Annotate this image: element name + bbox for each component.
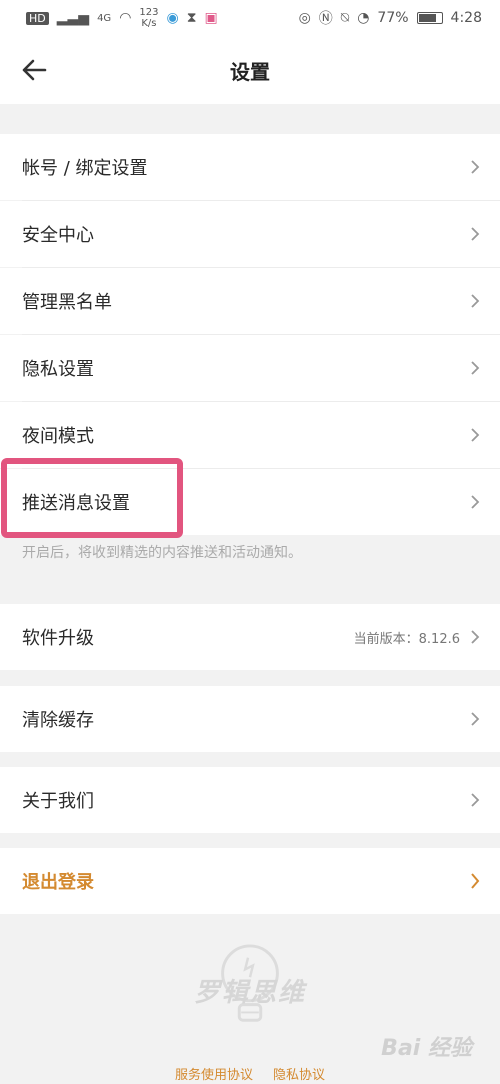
settings-item-push[interactable]: 推送消息设置 (0, 469, 500, 535)
hd-badge: HD (26, 11, 49, 25)
page-title: 设置 (230, 59, 270, 84)
charging-icon: ◔ (357, 10, 370, 26)
chevron-right-icon (470, 629, 480, 645)
network-speed-unit: K/s (141, 18, 157, 29)
battery-icon (416, 12, 443, 24)
settings-item-label: 夜间模式 (22, 426, 94, 447)
network-speed: 123 K/s (139, 7, 158, 29)
settings-item-account[interactable]: 帐号 / 绑定设置 (0, 134, 500, 200)
settings-item-night-mode[interactable]: 夜间模式 (0, 402, 500, 468)
settings-item-privacy[interactable]: 隐私设置 (0, 335, 500, 401)
privacy-link[interactable]: 隐私协议 (273, 1064, 325, 1083)
upgrade-right: 当前版本：8.12.6 (354, 628, 480, 647)
settings-item-label: 推送消息设置 (22, 493, 130, 514)
status-left: HD ▂▃▅ 4G ◠ 123 K/s ◉ ⧗ ▣ (26, 7, 218, 29)
chevron-right-icon (470, 360, 480, 376)
chevron-right-icon (470, 427, 480, 443)
top-bar: 设置 (0, 36, 500, 104)
chevron-right-icon (470, 494, 480, 510)
chevron-right-icon (470, 159, 480, 175)
app-notification-icon: ◉ (166, 10, 179, 26)
watermark: Bai 经验 (381, 1036, 472, 1061)
clock: 4:28 (450, 10, 482, 26)
brand-name: 罗辑思维 (193, 978, 306, 1008)
logout-label: 退出登录 (22, 872, 94, 893)
settings-item-label: 软件升级 (22, 628, 94, 649)
logout-button[interactable]: 退出登录 (0, 848, 500, 914)
chevron-right-icon (470, 872, 480, 890)
chevron-right-icon (470, 792, 480, 808)
mute-icon: ⍉ (340, 10, 350, 26)
settings-item-about[interactable]: 关于我们 (0, 767, 500, 833)
wifi-icon: ◠ (119, 10, 132, 26)
status-bar: HD ▂▃▅ 4G ◠ 123 K/s ◉ ⧗ ▣ ◎ Ⓝ ⍉ ◔ 77% 4:… (0, 0, 500, 36)
settings-item-upgrade[interactable]: 软件升级 当前版本：8.12.6 (0, 604, 500, 670)
battery-percent: 77% (377, 10, 409, 26)
app-badge-icon: ▣ (204, 10, 218, 26)
chevron-right-icon (470, 293, 480, 309)
footer-links: 服务使用协议 隐私协议 (0, 1064, 500, 1083)
settings-item-label: 隐私设置 (22, 359, 94, 380)
status-right: ◎ Ⓝ ⍉ ◔ 77% 4:28 (299, 8, 482, 28)
settings-item-label: 帐号 / 绑定设置 (22, 158, 148, 179)
terms-link[interactable]: 服务使用协议 (175, 1064, 253, 1083)
network-speed-value: 123 (139, 7, 159, 18)
settings-item-clear-cache[interactable]: 清除缓存 (0, 686, 500, 752)
push-hint: 开启后，将收到精选的内容推送和活动通知。 (22, 545, 302, 561)
back-button[interactable] (18, 54, 50, 86)
nfc-icon: Ⓝ (318, 11, 333, 27)
settings-item-security[interactable]: 安全中心 (0, 201, 500, 267)
chevron-right-icon (470, 711, 480, 727)
current-version: 当前版本：8.12.6 (353, 631, 460, 647)
settings-item-label: 清除缓存 (22, 710, 94, 731)
back-arrow-icon (22, 59, 47, 81)
chevron-right-icon (470, 226, 480, 242)
settings-item-blacklist[interactable]: 管理黑名单 (0, 268, 500, 334)
settings-item-label: 管理黑名单 (22, 292, 112, 313)
settings-item-label: 安全中心 (22, 225, 94, 246)
settings-item-label: 关于我们 (22, 791, 94, 812)
signal-icon: ▂▃▅ (56, 10, 90, 26)
brand-logo: 罗辑思维 (190, 942, 310, 1032)
network-type: 4G (97, 12, 112, 24)
hourglass-icon: ⧗ (186, 10, 197, 26)
eye-icon: ◎ (298, 10, 311, 26)
